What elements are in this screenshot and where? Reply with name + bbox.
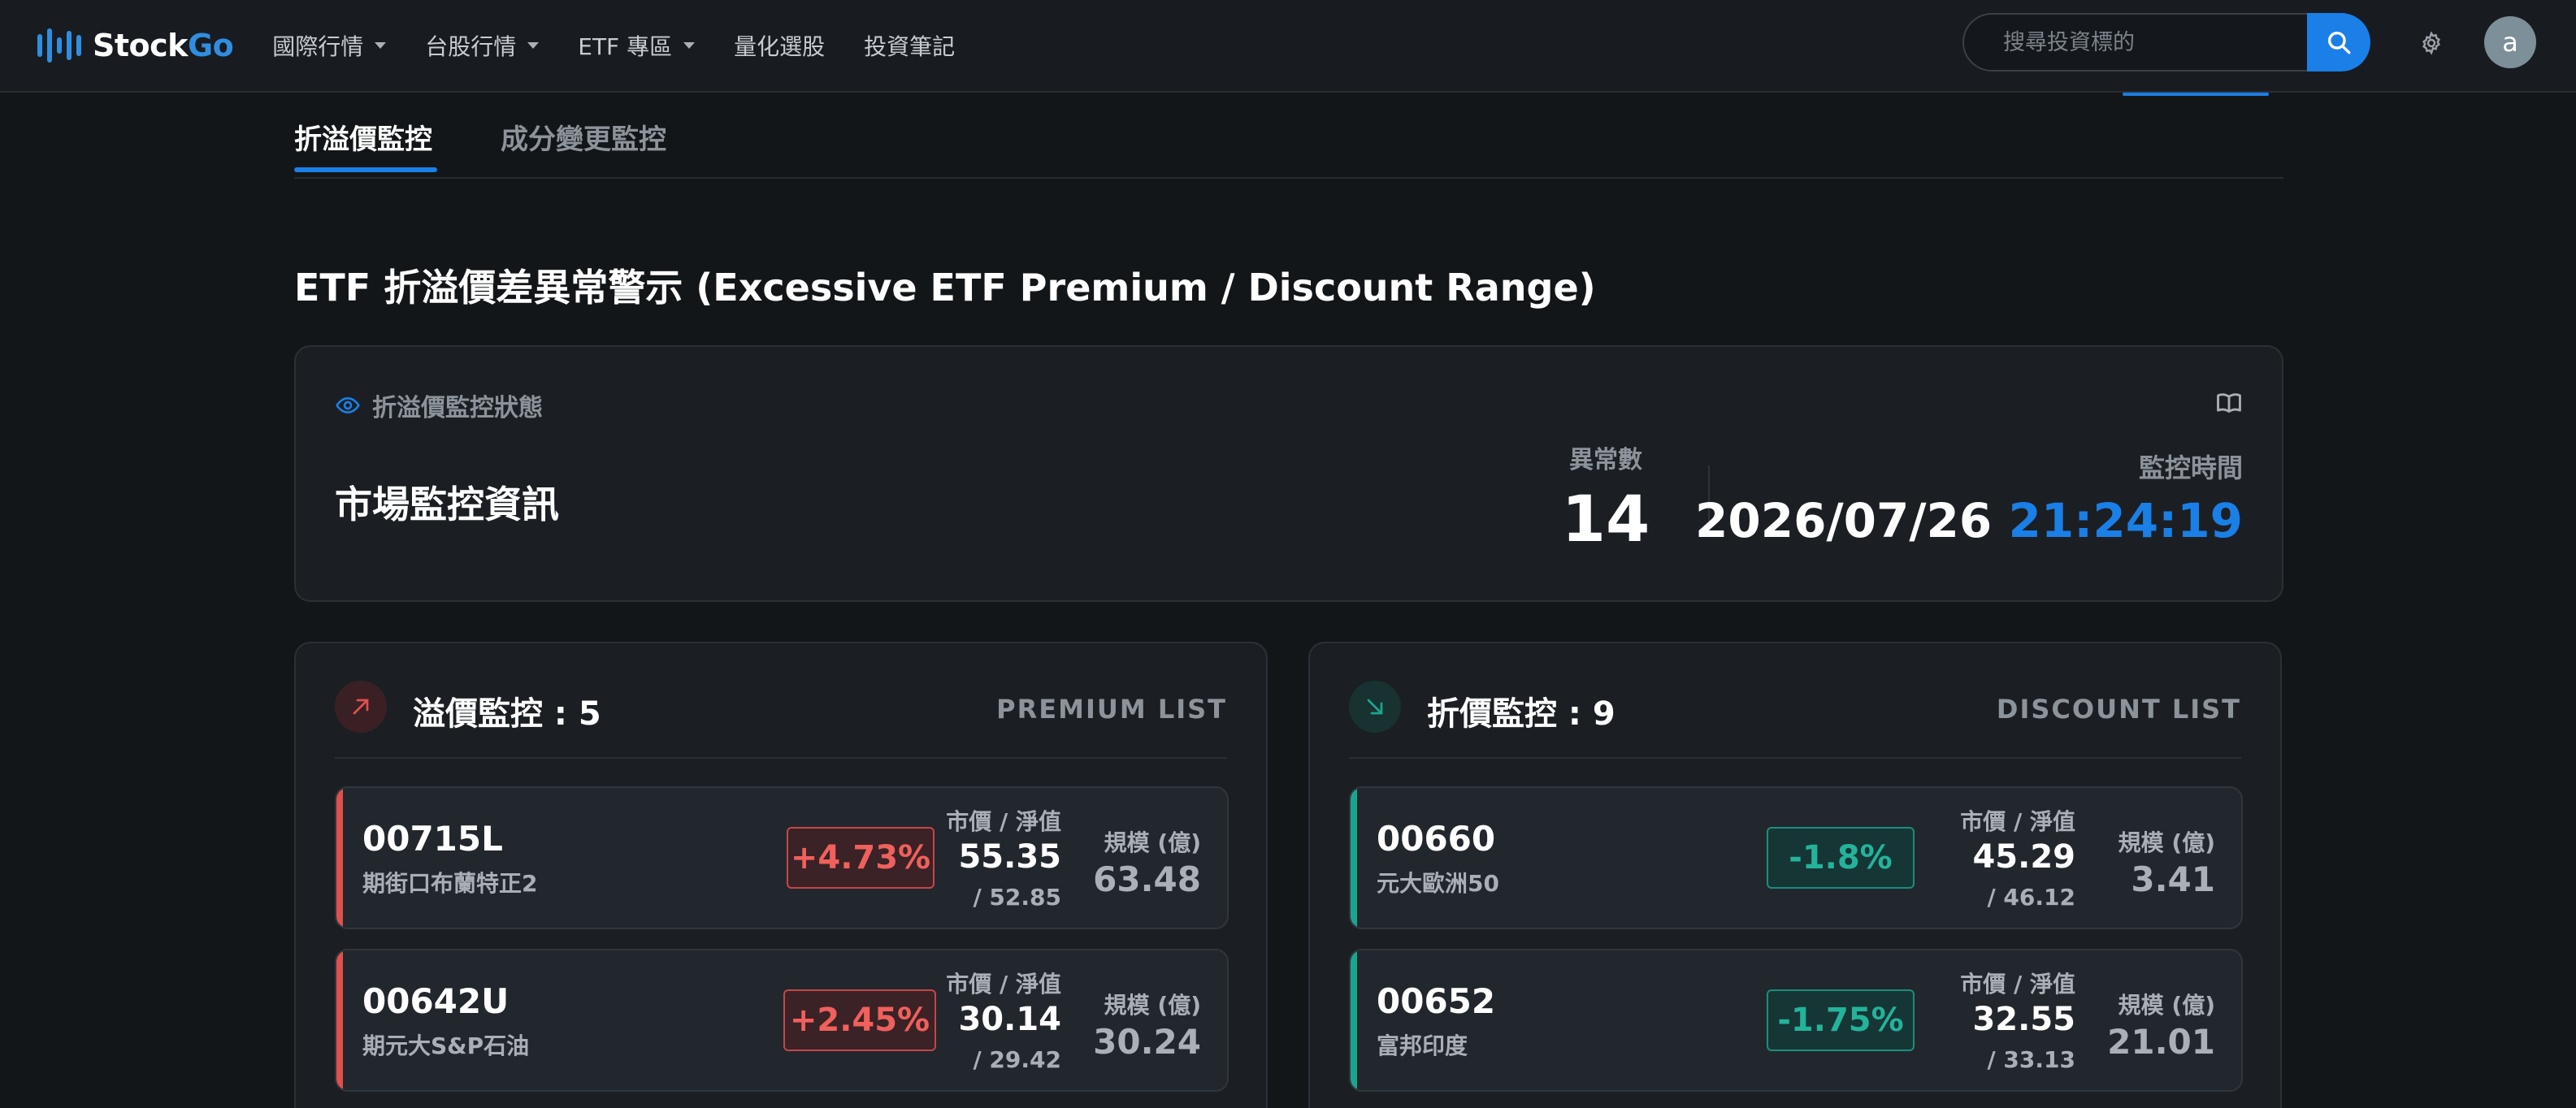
fund-size-label: 規模 (億) <box>2118 992 2215 1019</box>
row-status-strip <box>1351 788 1357 928</box>
menu-international[interactable]: 國際行情 <box>272 29 387 62</box>
menu-label: 量化選股 <box>734 33 826 60</box>
fund-size: 30.24 <box>1093 1022 1201 1062</box>
tab-premium-discount[interactable]: 折溢價監控 <box>294 117 432 157</box>
premium-panel: 溢價監控 : 5 PREMIUM LIST 00715L 期街口布蘭特正2 +4… <box>294 642 1268 1108</box>
market-price: 55.35 <box>958 838 1061 876</box>
trend-up-icon <box>335 681 387 733</box>
price-nav-label: 市價 / 淨值 <box>1960 808 2075 835</box>
monitor-time: 2026/07/26 21:24:19 <box>1695 493 2243 548</box>
top-navbar: StockGo 國際行情 台股行情 ETF 專區 量化選股 投資筆記 搜尋投資標… <box>0 0 2576 93</box>
fund-size-label: 規模 (億) <box>1104 829 1201 856</box>
nav-value: / 46.12 <box>1987 884 2075 911</box>
premium-pct-badge: +2.45% <box>783 989 936 1051</box>
brand-name-part2: Go <box>187 28 234 63</box>
search-icon <box>2327 31 2351 54</box>
brand-name: StockGo <box>93 28 234 63</box>
market-price: 45.29 <box>1972 838 2075 876</box>
menu-label: 國際行情 <box>272 33 364 60</box>
equalizer-logo-icon <box>37 28 81 63</box>
search-input[interactable] <box>1962 13 2307 71</box>
nav-value: / 29.42 <box>973 1046 1061 1073</box>
menu-etf[interactable]: ETF 專區 <box>578 29 696 62</box>
monitor-tabs: 折溢價監控 成分變更監控 <box>294 94 2283 179</box>
brand-name-part1: Stock <box>93 28 188 63</box>
premium-pct-badge: +4.73% <box>787 827 935 889</box>
discount-pct-badge: -1.8% <box>1767 827 1915 889</box>
market-price: 30.14 <box>958 1001 1061 1038</box>
panel-header: 溢價監控 : 5 PREMIUM LIST <box>335 681 1227 759</box>
discount-title: 折價監控 : 9 <box>1427 695 1615 733</box>
menu-label: ETF 專區 <box>578 33 673 60</box>
caret-down-icon <box>683 42 696 49</box>
premium-title: 溢價監控 : 5 <box>413 695 601 733</box>
nav-value: / 33.13 <box>1987 1046 2075 1073</box>
row-status-strip <box>336 788 343 928</box>
active-tab-indicator <box>294 167 437 172</box>
monitor-clock: 21:24:19 <box>2008 493 2243 548</box>
menu-quant[interactable]: 量化選股 <box>734 29 825 62</box>
nav-value: / 52.85 <box>973 884 1061 911</box>
etf-code: 00660 <box>1377 819 1496 859</box>
anomaly-count: 14 <box>1561 483 1650 556</box>
trend-down-icon <box>1349 681 1401 733</box>
eye-icon <box>336 396 360 414</box>
guide-button[interactable] <box>2215 389 2243 420</box>
caret-down-icon <box>527 42 540 49</box>
fund-size: 63.48 <box>1093 859 1201 899</box>
caret-down-icon <box>375 42 387 49</box>
avatar[interactable]: a <box>2484 16 2536 68</box>
price-nav-label: 市價 / 淨值 <box>946 808 1061 835</box>
settings-button[interactable] <box>2415 27 2448 59</box>
tab-constituent-change[interactable]: 成分變更監控 <box>501 117 666 157</box>
etf-code: 00715L <box>362 819 503 859</box>
panel-header: 折價監控 : 9 DISCOUNT LIST <box>1349 681 2241 759</box>
anomaly-count-label: 異常數 <box>1569 446 1642 474</box>
book-icon <box>2217 393 2241 413</box>
etf-code: 00642U <box>362 981 510 1021</box>
etf-name: 期街口布蘭特正2 <box>362 870 538 897</box>
page-title: ETF 折溢價差異常警示 (Excessive ETF Premium / Di… <box>294 266 1596 309</box>
menu-label: 台股行情 <box>425 33 517 60</box>
search-button[interactable] <box>2307 13 2370 71</box>
etf-row[interactable]: 00715L 期街口布蘭特正2 +4.73% 市價 / 淨值 55.35 / 5… <box>335 786 1229 929</box>
etf-name: 元大歐洲50 <box>1377 870 1499 897</box>
status-heading: 折溢價監控狀態 <box>372 394 543 422</box>
discount-panel: 折價監控 : 9 DISCOUNT LIST 00660 元大歐洲50 -1.8… <box>1308 642 2282 1108</box>
etf-row[interactable]: 00642U 期元大S&P石油 +2.45% 市價 / 淨值 30.14 / 2… <box>335 949 1229 1092</box>
menu-tw-stocks[interactable]: 台股行情 <box>425 29 540 62</box>
row-status-strip <box>336 950 343 1090</box>
status-card: 折溢價監控狀態 市場監控資訊 異常數 14 監控時間 2026/07/26 21… <box>294 345 2283 602</box>
fund-size: 3.41 <box>2131 859 2215 899</box>
discount-tag: DISCOUNT LIST <box>1996 694 2241 725</box>
discount-pct-badge: -1.75% <box>1767 989 1915 1051</box>
menu-notes[interactable]: 投資筆記 <box>864 29 955 62</box>
price-nav-label: 市價 / 淨值 <box>1960 971 2075 998</box>
etf-name: 期元大S&P石油 <box>362 1032 530 1059</box>
etf-code: 00652 <box>1377 981 1496 1021</box>
main-menu: 國際行情 台股行情 ETF 專區 量化選股 投資筆記 <box>272 29 955 62</box>
row-status-strip <box>1351 950 1357 1090</box>
monitor-time-label: 監控時間 <box>2138 452 2243 483</box>
status-header: 折溢價監控狀態 <box>335 387 543 423</box>
etf-name: 富邦印度 <box>1377 1032 1468 1059</box>
monitor-date: 2026/07/26 <box>1695 493 1993 548</box>
fund-size-label: 規模 (億) <box>1104 992 1201 1019</box>
status-name: 市場監控資訊 <box>335 483 559 526</box>
search-bar <box>1962 13 2370 71</box>
etf-row[interactable]: 00660 元大歐洲50 -1.8% 市價 / 淨值 45.29 / 46.12… <box>1349 786 2243 929</box>
etf-row[interactable]: 00652 富邦印度 -1.75% 市價 / 淨值 32.55 / 33.13 … <box>1349 949 2243 1092</box>
gear-icon <box>2422 31 2441 55</box>
fund-size: 21.01 <box>2107 1022 2215 1062</box>
premium-tag: PREMIUM LIST <box>996 694 1227 725</box>
menu-label: 投資筆記 <box>864 33 956 60</box>
fund-size-label: 規模 (億) <box>2118 829 2215 856</box>
brand-logo[interactable]: StockGo <box>37 28 234 63</box>
market-price: 32.55 <box>1972 1001 2075 1038</box>
price-nav-label: 市價 / 淨值 <box>946 971 1061 998</box>
